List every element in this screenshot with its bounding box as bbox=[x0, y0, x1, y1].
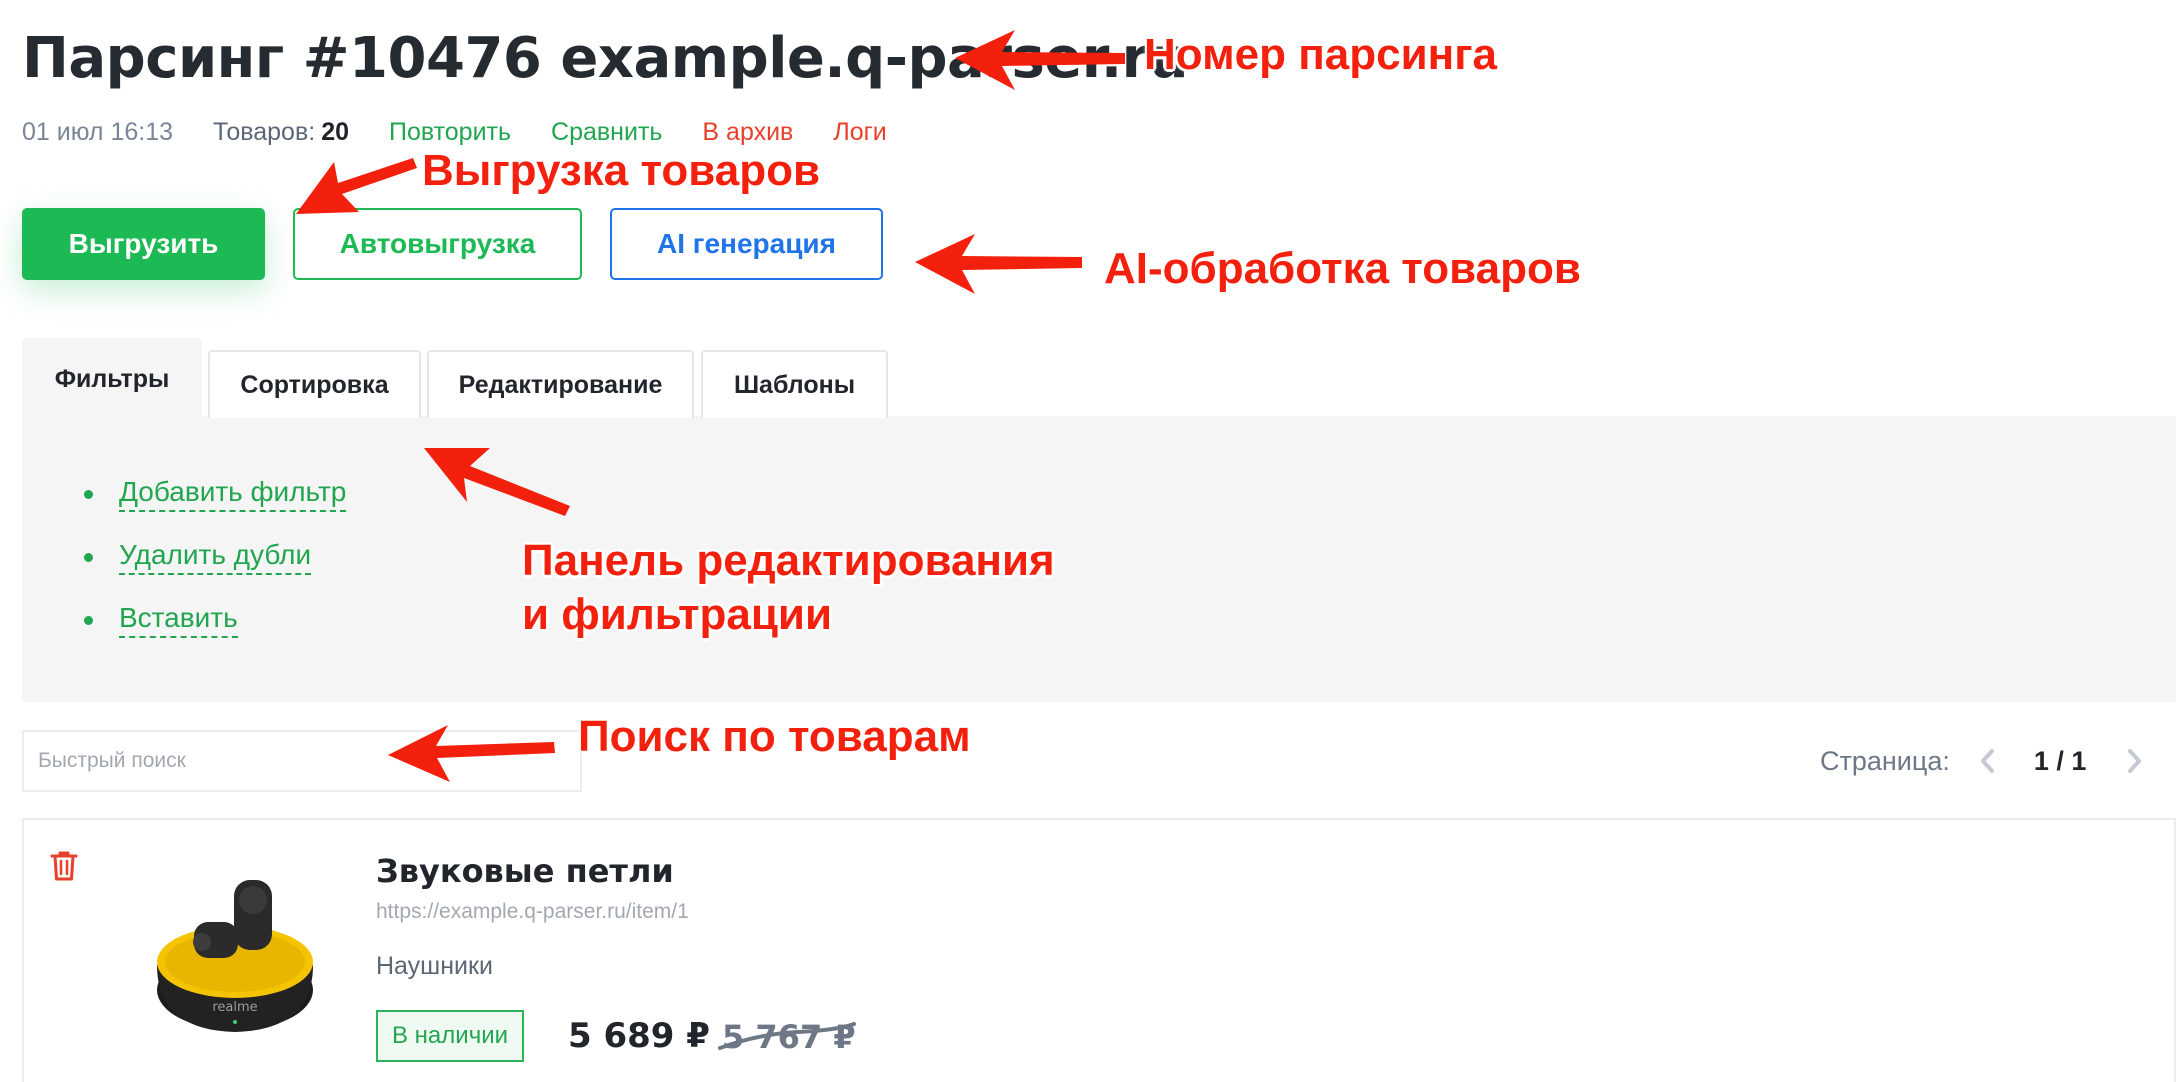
panel-item-paste: Вставить bbox=[84, 602, 346, 638]
trash-icon[interactable] bbox=[50, 850, 78, 887]
product-category: Наушники bbox=[376, 952, 493, 980]
annotation-ai: AI-обработка товаров bbox=[1104, 244, 1581, 293]
product-url[interactable]: https://example.q-parser.ru/item/1 bbox=[376, 900, 689, 924]
pagination: Страница: 1 / 1 bbox=[1820, 744, 2150, 778]
chevron-right-icon[interactable] bbox=[2120, 744, 2150, 778]
ai-generation-button[interactable]: AI генерация bbox=[610, 208, 883, 280]
parse-date: 01 июл 16:13 bbox=[22, 118, 174, 146]
bullet-icon bbox=[84, 489, 93, 499]
annotation-panel-line1: Панель редактирования bbox=[522, 536, 1055, 585]
archive-link[interactable]: В архив bbox=[702, 118, 793, 147]
panel-item-remove-duplicates: Удалить дубли bbox=[84, 539, 346, 575]
compare-link[interactable]: Сравнить bbox=[551, 118, 662, 147]
paste-link[interactable]: Вставить bbox=[119, 602, 238, 638]
remove-duplicates-link[interactable]: Удалить дубли bbox=[119, 539, 312, 575]
export-button[interactable]: Выгрузить bbox=[22, 208, 265, 280]
repeat-link[interactable]: Повторить bbox=[389, 118, 511, 147]
arrow-icon bbox=[296, 158, 417, 214]
page-label: Страница: bbox=[1820, 745, 1950, 776]
image-brand-text: realme bbox=[212, 1000, 257, 1015]
logs-link[interactable]: Логи bbox=[833, 118, 886, 147]
add-filter-link[interactable]: Добавить фильтр bbox=[119, 476, 347, 512]
products-count-label: Товаров: bbox=[213, 118, 316, 146]
annotation-parse-number: Номер парсинга bbox=[1144, 30, 1498, 79]
bullet-icon bbox=[84, 552, 93, 562]
tab-editing[interactable]: Редактирование bbox=[427, 350, 694, 418]
page-indicator: 1 / 1 bbox=[2033, 745, 2087, 776]
annotation-panel-line2: и фильтрации bbox=[522, 590, 832, 639]
products-count: Товаров: 20 bbox=[213, 118, 349, 147]
meta-bar: 01 июл 16:13 Товаров: 20 Повторить Сравни… bbox=[22, 118, 927, 147]
bullet-icon bbox=[84, 615, 93, 625]
products-count-value: 20 bbox=[321, 118, 349, 146]
tab-templates[interactable]: Шаблоны bbox=[701, 350, 888, 418]
annotation-export: Выгрузка товаров bbox=[422, 146, 821, 195]
search-input[interactable] bbox=[22, 730, 582, 792]
autoexport-button[interactable]: Автовыгрузка bbox=[293, 208, 582, 280]
tab-sorting[interactable]: Сортировка bbox=[208, 350, 421, 418]
product-price: 5 689 ₽ bbox=[568, 1016, 710, 1056]
annotation-search: Поиск по товарам bbox=[578, 712, 971, 761]
strikethrough-line bbox=[718, 1022, 856, 1050]
product-image[interactable]: realme bbox=[150, 870, 320, 1045]
panel-actions-list: Добавить фильтр Удалить дубли Вставить bbox=[84, 476, 347, 667]
chevron-left-icon[interactable] bbox=[1972, 744, 2002, 778]
product-card bbox=[22, 818, 2176, 1082]
filter-panel: Добавить фильтр Удалить дубли Вставить bbox=[22, 416, 2176, 702]
product-name[interactable]: Звуковые петли bbox=[376, 852, 674, 890]
panel-item-add-filter: Добавить фильтр bbox=[84, 476, 347, 512]
tab-filters[interactable]: Фильтры bbox=[22, 338, 202, 420]
stock-badge: В наличии bbox=[376, 1010, 525, 1062]
arrow-icon bbox=[915, 234, 1082, 294]
page-title: Парсинг #10476 example.q-parser.ru bbox=[22, 26, 1189, 91]
